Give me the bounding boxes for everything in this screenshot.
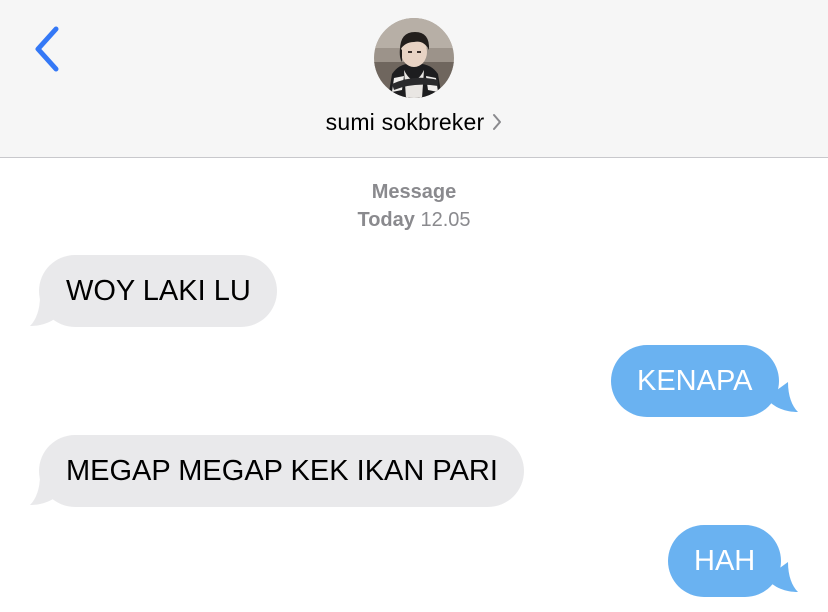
chevron-left-icon xyxy=(32,25,62,78)
timestamp-time: 12.05 xyxy=(420,209,471,231)
back-button[interactable] xyxy=(22,24,72,78)
message-bubble-incoming[interactable]: WOY LAKI LU xyxy=(39,255,277,327)
message-bubble-outgoing[interactable]: HAH xyxy=(668,525,782,597)
message-bubble-incoming[interactable]: MEGAP MEGAP KEK IKAN PARI xyxy=(39,435,524,507)
contact-name: sumi sokbreker xyxy=(325,108,485,135)
imessage-conversation: sumi sokbreker Message Today 12.05 WOY L… xyxy=(0,0,828,612)
chevron-right-icon xyxy=(492,113,502,131)
contact-name-button[interactable]: sumi sokbreker xyxy=(0,106,828,138)
conversation-header: sumi sokbreker xyxy=(0,0,828,158)
message-text: MEGAP MEGAP KEK IKAN PARI xyxy=(66,454,498,487)
message-text: WOY LAKI LU xyxy=(66,274,251,307)
contact-avatar[interactable] xyxy=(374,18,454,98)
message-bubble-outgoing[interactable]: KENAPA xyxy=(611,345,779,417)
timestamp-day: Today xyxy=(357,209,415,231)
message-text: HAH xyxy=(694,544,756,577)
message-timestamp: Today 12.05 xyxy=(0,209,828,232)
service-label: Message xyxy=(371,181,457,203)
message-text: KENAPA xyxy=(637,364,753,397)
